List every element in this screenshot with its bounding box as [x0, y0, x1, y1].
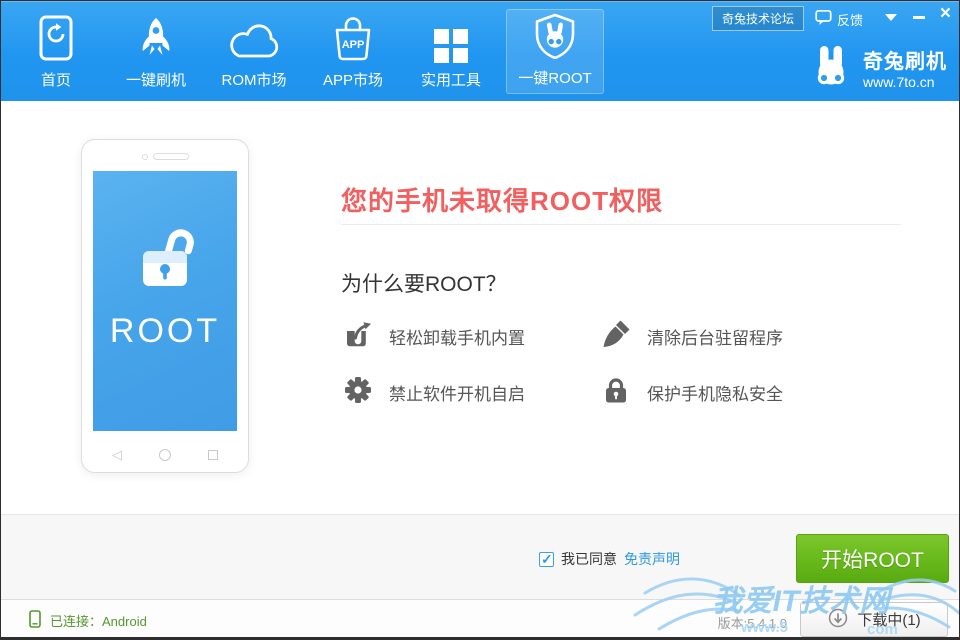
- minimize-button[interactable]: [913, 16, 925, 19]
- tab-tools-label: 实用工具: [421, 73, 481, 88]
- tab-flash-label: 一键刷机: [126, 73, 186, 88]
- action-bar: 我已同意 免责声明 开始ROOT: [1, 514, 959, 599]
- camera-dot: [142, 154, 148, 160]
- tab-app-label: APP市场: [323, 73, 383, 88]
- grid-icon: [434, 29, 468, 63]
- tab-home[interactable]: 首页: [19, 10, 93, 95]
- phone-refresh-icon: [38, 15, 74, 66]
- tab-utilities[interactable]: 实用工具: [402, 10, 500, 95]
- feature-uninstall: 轻松卸载手机内置: [343, 319, 601, 354]
- version-label: 版本:5.4.1.0: [718, 613, 787, 632]
- feature-label: 禁止软件开机自启: [389, 380, 525, 405]
- rocket-icon: [136, 17, 176, 66]
- tab-root-label: 一键ROOT: [518, 71, 591, 86]
- agreement-row: 我已同意 免责声明: [539, 549, 680, 569]
- shield-rabbit-icon: [533, 13, 577, 64]
- app-logo: 奇兔刷机 www.7to.cn: [808, 42, 947, 93]
- feature-label: 清除后台驻留程序: [647, 324, 783, 349]
- phone-illustration: ROOT ◁: [81, 139, 249, 473]
- main-content: ROOT ◁ 您的手机未取得ROOT权限 为什么要ROOT？ 轻松: [1, 101, 959, 514]
- lock-icon: [601, 375, 631, 410]
- home-circle-icon: [159, 449, 171, 461]
- speech-bubble-icon: [815, 9, 832, 29]
- feature-privacy: 保护手机隐私安全: [601, 375, 783, 410]
- gear-icon: [343, 375, 373, 410]
- divider-line: [341, 224, 901, 225]
- tab-home-label: 首页: [41, 73, 71, 88]
- feature-autostart: 禁止软件开机自启: [343, 375, 601, 410]
- feedback-label: 反馈: [837, 10, 863, 29]
- speaker-slot: [153, 153, 189, 160]
- status-bar: 已连接：Android 版本:5.4.1.0 下载中(1): [1, 599, 959, 638]
- logo-url: www.7to.cn: [863, 74, 947, 90]
- download-status-button[interactable]: 下载中(1): [800, 602, 948, 637]
- phone-earpiece: [82, 153, 248, 160]
- feature-list: 轻松卸载手机内置 清除后台驻留程序: [343, 319, 783, 410]
- tab-one-key-flash[interactable]: 一键刷机: [107, 10, 205, 95]
- svg-text:APP: APP: [342, 39, 365, 51]
- feedback-button[interactable]: 反馈: [815, 9, 863, 29]
- tab-one-key-root[interactable]: 一键ROOT: [506, 9, 604, 94]
- uninstall-icon: [343, 319, 373, 354]
- logo-title: 奇兔刷机: [863, 45, 947, 74]
- phone-connected-icon: [29, 610, 41, 631]
- connection-text: 已连接：Android: [50, 611, 147, 630]
- why-root-heading: 为什么要ROOT？: [341, 268, 507, 298]
- brush-icon: [601, 319, 631, 354]
- download-label: 下载中(1): [857, 609, 920, 630]
- connection-status: 已连接：Android: [29, 610, 147, 631]
- close-button[interactable]: ×: [940, 4, 951, 24]
- start-root-button[interactable]: 开始ROOT: [796, 534, 949, 583]
- feature-label: 保护手机隐私安全: [647, 380, 783, 405]
- recent-square-icon: [208, 450, 218, 460]
- rabbit-logo-icon: [808, 42, 854, 93]
- agree-label: 我已同意: [561, 549, 617, 569]
- screen-root-text: ROOT: [110, 312, 220, 351]
- app-window: 首页 一键刷机 ROM市场: [0, 0, 960, 640]
- app-bag-icon: APP: [329, 15, 377, 66]
- tab-rom-market[interactable]: ROM市场: [205, 10, 303, 95]
- chevron-down-icon[interactable]: [885, 14, 897, 21]
- feature-clean: 清除后台驻留程序: [601, 319, 783, 354]
- back-triangle-icon: ◁: [112, 448, 122, 461]
- phone-screen: ROOT: [93, 171, 237, 431]
- download-circle-icon: [827, 607, 849, 633]
- cloud-icon: [227, 23, 281, 66]
- feature-label: 轻松卸载手机内置: [389, 324, 525, 349]
- tab-app-market[interactable]: APP APP市场: [304, 10, 402, 95]
- forum-button[interactable]: 奇兔技术论坛: [712, 6, 804, 31]
- unlocked-padlock-icon: [132, 221, 198, 298]
- header-bar: 首页 一键刷机 ROM市场: [1, 1, 959, 101]
- agree-checkbox[interactable]: [539, 552, 554, 567]
- phone-nav-bar: ◁: [112, 448, 218, 461]
- disclaimer-link[interactable]: 免责声明: [624, 549, 680, 569]
- tab-rom-label: ROM市场: [222, 73, 287, 88]
- page-title: 您的手机未取得ROOT权限: [341, 181, 663, 218]
